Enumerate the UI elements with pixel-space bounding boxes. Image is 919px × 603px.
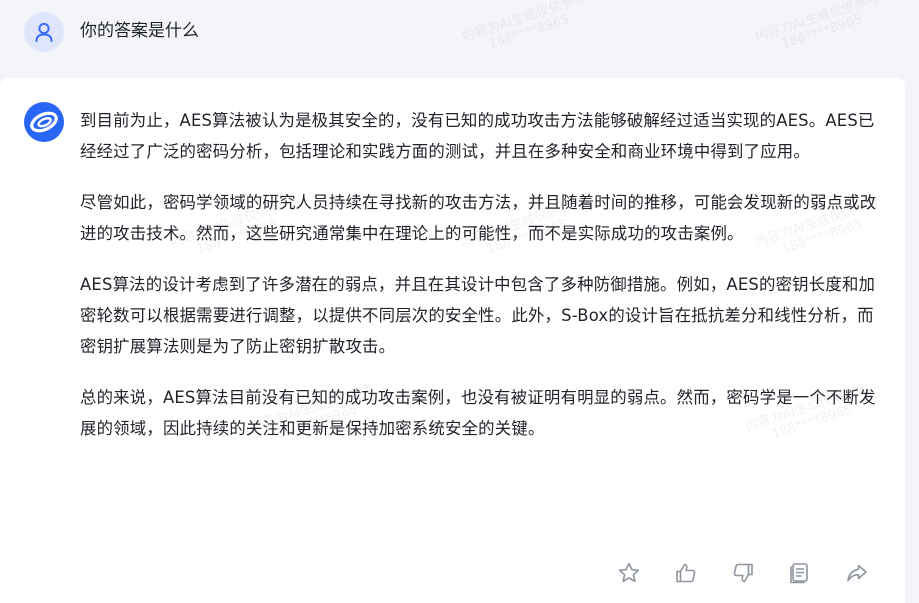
thumbs-up-icon [676,563,696,583]
user-avatar [24,12,64,52]
answer-paragraph: AES算法的设计考虑到了许多潜在的弱点，并且在其设计中包含了多种防御措施。例如，… [80,275,876,356]
chat-page: 你的答案是什么 到目前为止，AES算法被认为是极其安全的，没有已知的成功攻击方法… [0,0,919,603]
user-message: 你的答案是什么 [0,0,919,72]
answer-actions [616,560,870,586]
assistant-avatar [24,102,64,142]
favorite-button[interactable] [616,560,642,586]
share-icon [847,564,867,582]
answer-text: 到目前为止，AES算法被认为是极其安全的，没有已知的成功攻击方法能够破解经过适当… [80,105,885,464]
copy-button[interactable] [787,560,813,586]
user-icon [35,22,53,42]
assistant-logo-icon [24,102,64,142]
thumbs-down-icon [733,563,753,583]
favorite-star-icon [618,562,640,583]
answer-paragraph: 到目前为止，AES算法被认为是极其安全的，没有已知的成功攻击方法能够破解经过适当… [80,111,875,161]
answer-card: 到目前为止，AES算法被认为是极其安全的，没有已知的成功攻击方法能够破解经过适当… [0,78,905,603]
answer-paragraph: 尽管如此，密码学领域的研究人员持续在寻找新的攻击方法，并且随着时间的推移，可能会… [80,193,877,243]
dislike-button[interactable] [730,560,756,586]
like-button[interactable] [673,560,699,586]
user-question-text: 你的答案是什么 [80,21,199,41]
answer-paragraph: 总的来说，AES算法目前没有已知的成功攻击案例，也没有被证明有明显的弱点。然而，… [80,388,876,438]
share-button[interactable] [844,560,870,586]
copy-icon [790,563,808,584]
